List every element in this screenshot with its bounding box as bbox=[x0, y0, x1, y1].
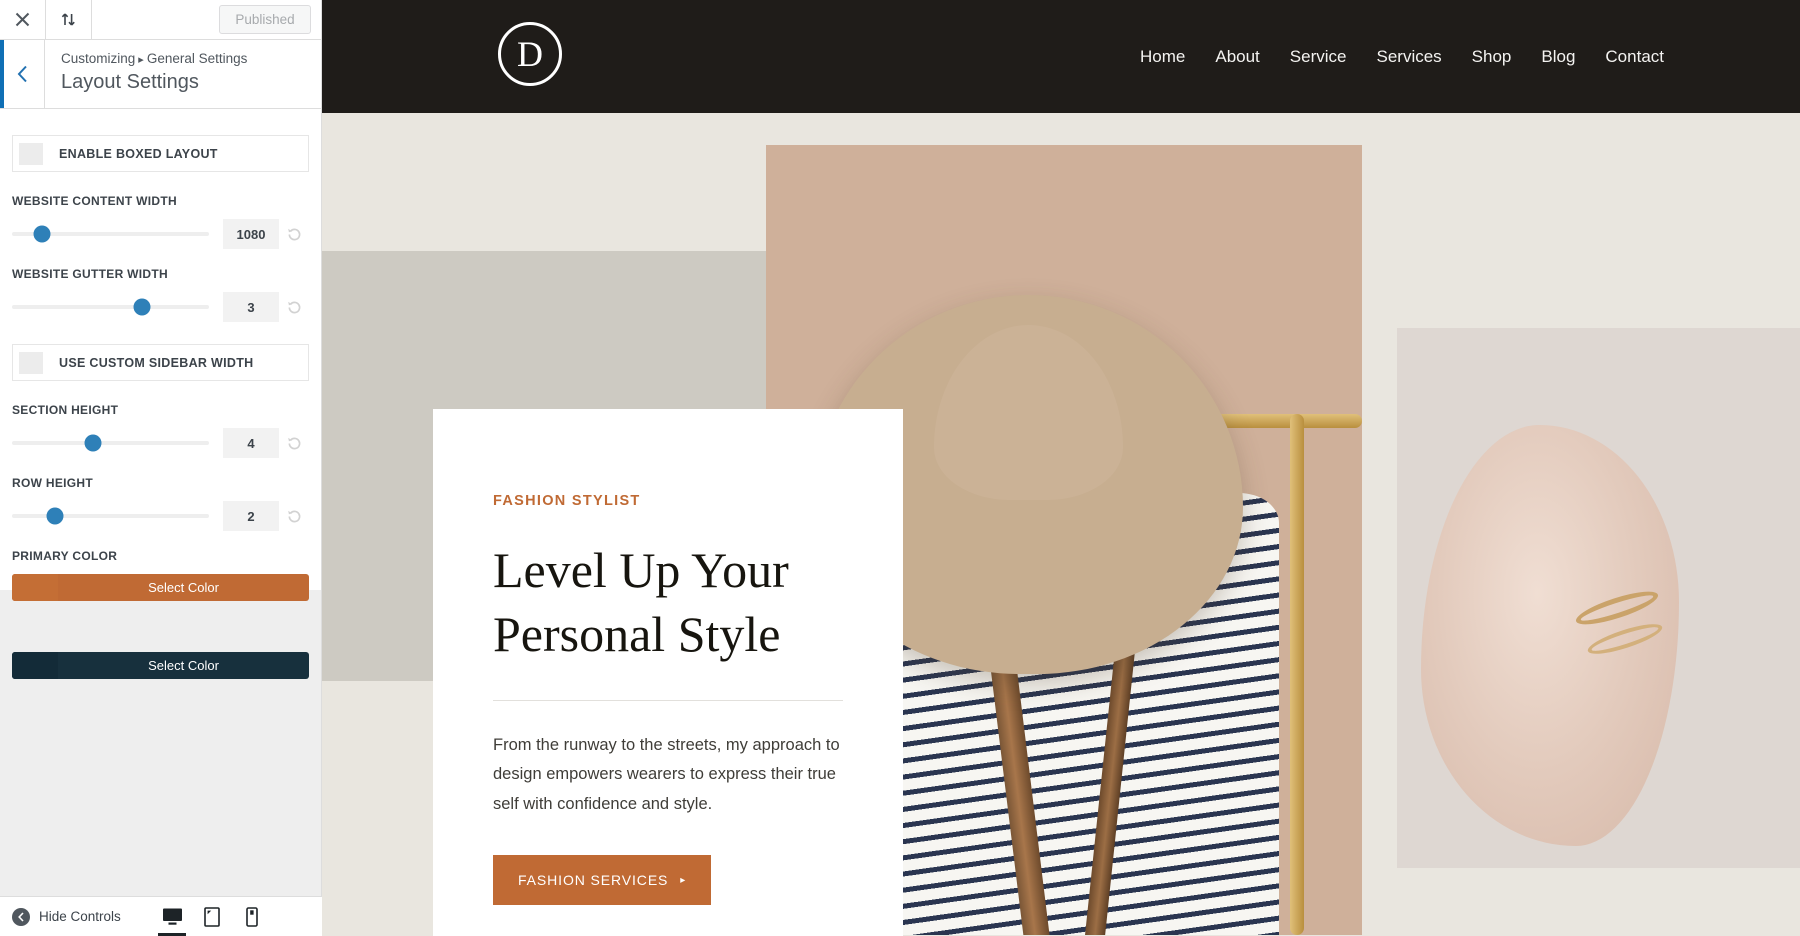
breadcrumb-root: Customizing bbox=[61, 51, 136, 66]
slider-thumb[interactable] bbox=[133, 298, 151, 316]
row-height-slider[interactable] bbox=[12, 507, 209, 525]
row-height-row: 2 bbox=[12, 501, 309, 531]
chevron-left-icon[interactable] bbox=[0, 40, 45, 108]
section-height-label: SECTION HEIGHT bbox=[12, 403, 119, 417]
mobile-icon[interactable] bbox=[232, 897, 272, 936]
hero-photo-arm-with-bracelets bbox=[1397, 328, 1800, 868]
hero-title-line-1: Level Up Your bbox=[493, 542, 789, 598]
checkbox-icon[interactable] bbox=[19, 142, 43, 165]
website-gutter-width-value[interactable]: 3 bbox=[223, 292, 279, 322]
desktop-icon[interactable] bbox=[152, 897, 192, 936]
primary-color-swatch[interactable] bbox=[12, 574, 58, 601]
photo-hat-crown bbox=[933, 325, 1123, 500]
close-icon[interactable] bbox=[0, 0, 46, 39]
chevron-left-circle-icon bbox=[12, 907, 30, 926]
nav-item-about[interactable]: About bbox=[1215, 47, 1259, 67]
enable-boxed-layout-label: ENABLE BOXED LAYOUT bbox=[59, 146, 218, 161]
slider-thumb[interactable] bbox=[33, 225, 51, 243]
website-gutter-width-slider[interactable] bbox=[12, 298, 209, 316]
customizer-topbar: Published bbox=[0, 0, 321, 40]
primary-color-label: PRIMARY COLOR bbox=[12, 549, 118, 563]
reset-icon[interactable] bbox=[279, 219, 309, 249]
customizer-sidebar: Published Customizing ▸ General Settings L… bbox=[0, 0, 322, 936]
website-content-width-field: WEBSITE CONTENT WIDTH 1080 bbox=[12, 194, 309, 249]
website-content-width-slider[interactable] bbox=[12, 225, 209, 243]
breadcrumb-separator: ▸ bbox=[138, 54, 144, 66]
row-height-label: ROW HEIGHT bbox=[12, 476, 93, 490]
publish-button[interactable]: Published bbox=[219, 5, 311, 34]
use-custom-sidebar-width-toggle[interactable]: USE CUSTOM SIDEBAR WIDTH bbox=[12, 344, 309, 381]
divi-logo-icon[interactable]: D bbox=[498, 22, 562, 86]
slider-thumb[interactable] bbox=[84, 434, 102, 452]
reset-icon[interactable] bbox=[279, 428, 309, 458]
website-gutter-width-field: WEBSITE GUTTER WIDTH 3 bbox=[12, 267, 309, 322]
site-preview: D Home About Service Services Shop Blog … bbox=[322, 0, 1800, 936]
customizer-controls: ENABLE BOXED LAYOUT WEBSITE CONTENT WIDT… bbox=[0, 109, 321, 679]
hero-divider bbox=[493, 700, 843, 701]
customizer-empty-area bbox=[0, 590, 321, 936]
page-title: Layout Settings bbox=[61, 70, 199, 93]
reset-icon[interactable] bbox=[279, 501, 309, 531]
primary-color-button[interactable]: Select Color bbox=[12, 574, 309, 601]
slider-thumb[interactable] bbox=[46, 507, 64, 525]
website-content-width-value[interactable]: 1080 bbox=[223, 219, 279, 249]
panel-titles: Customizing ▸ General Settings Layout Sett… bbox=[45, 40, 247, 108]
nav-item-home[interactable]: Home bbox=[1140, 47, 1185, 67]
hero-content-inner: FASHION STYLIST Level Up Your Personal S… bbox=[433, 409, 903, 906]
website-gutter-width-label: WEBSITE GUTTER WIDTH bbox=[12, 267, 168, 281]
hero-section: FASHION STYLIST Level Up Your Personal S… bbox=[322, 113, 1800, 936]
section-height-field: SECTION HEIGHT 4 bbox=[12, 403, 309, 458]
customizer-panel-header: Customizing ▸ General Settings Layout Sett… bbox=[0, 40, 321, 109]
secondary-color-button[interactable]: Select Color bbox=[12, 652, 309, 679]
hero-content-card: FASHION STYLIST Level Up Your Personal S… bbox=[433, 409, 903, 936]
breadcrumb-parent: General Settings bbox=[146, 51, 248, 66]
primary-color-field: PRIMARY COLOR Select Color bbox=[12, 549, 309, 601]
hide-controls-label: Hide Controls bbox=[39, 909, 121, 924]
secondary-color-button-label: Select Color bbox=[148, 658, 219, 673]
section-height-slider[interactable] bbox=[12, 434, 209, 452]
tablet-icon[interactable] bbox=[192, 897, 232, 936]
screen-root: Published Customizing ▸ General Settings L… bbox=[0, 0, 1800, 936]
secondary-color-swatch[interactable] bbox=[12, 652, 58, 679]
section-height-value[interactable]: 4 bbox=[223, 428, 279, 458]
reset-icon[interactable] bbox=[279, 292, 309, 322]
website-gutter-width-row: 3 bbox=[12, 292, 309, 322]
hero-eyebrow: FASHION STYLIST bbox=[493, 493, 641, 509]
nav-item-shop[interactable]: Shop bbox=[1472, 47, 1512, 67]
customizer-body: ENABLE BOXED LAYOUT WEBSITE CONTENT WIDT… bbox=[0, 109, 321, 936]
fashion-services-button[interactable]: FASHION SERVICES ▸ bbox=[493, 855, 712, 906]
fashion-services-button-label: FASHION SERVICES bbox=[518, 872, 669, 889]
checkbox-icon[interactable] bbox=[19, 351, 43, 374]
site-header: D Home About Service Services Shop Blog … bbox=[322, 0, 1800, 113]
hero-body-text: From the runway to the streets, my appro… bbox=[493, 736, 840, 813]
enable-boxed-layout-toggle[interactable]: ENABLE BOXED LAYOUT bbox=[12, 135, 309, 172]
logo-letter: D bbox=[517, 34, 543, 74]
photo-clothing-rail-post bbox=[1290, 413, 1305, 935]
primary-color-button-label: Select Color bbox=[148, 580, 219, 595]
section-height-row: 4 bbox=[12, 428, 309, 458]
nav-item-contact[interactable]: Contact bbox=[1605, 47, 1664, 67]
row-height-field: ROW HEIGHT 2 bbox=[12, 476, 309, 531]
nav-item-services[interactable]: Services bbox=[1376, 47, 1441, 67]
breadcrumb: Customizing ▸ General Settings bbox=[61, 50, 247, 69]
arrow-right-icon: ▸ bbox=[680, 874, 687, 886]
nav-item-blog[interactable]: Blog bbox=[1541, 47, 1575, 67]
use-custom-sidebar-width-label: USE CUSTOM SIDEBAR WIDTH bbox=[59, 355, 254, 370]
website-content-width-label: WEBSITE CONTENT WIDTH bbox=[12, 194, 177, 208]
website-content-width-row: 1080 bbox=[12, 219, 309, 249]
hero-title: Level Up Your Personal Style bbox=[493, 539, 843, 666]
nav-item-service[interactable]: Service bbox=[1290, 47, 1347, 67]
collapse-arrows-icon[interactable] bbox=[46, 0, 92, 39]
row-height-value[interactable]: 2 bbox=[223, 501, 279, 531]
customizer-footer: Hide Controls bbox=[0, 896, 322, 936]
device-preview-switcher bbox=[152, 897, 322, 936]
hide-controls-button[interactable]: Hide Controls bbox=[0, 907, 121, 926]
site-nav: Home About Service Services Shop Blog Co… bbox=[1140, 0, 1664, 113]
hero-title-line-2: Personal Style bbox=[493, 605, 781, 662]
